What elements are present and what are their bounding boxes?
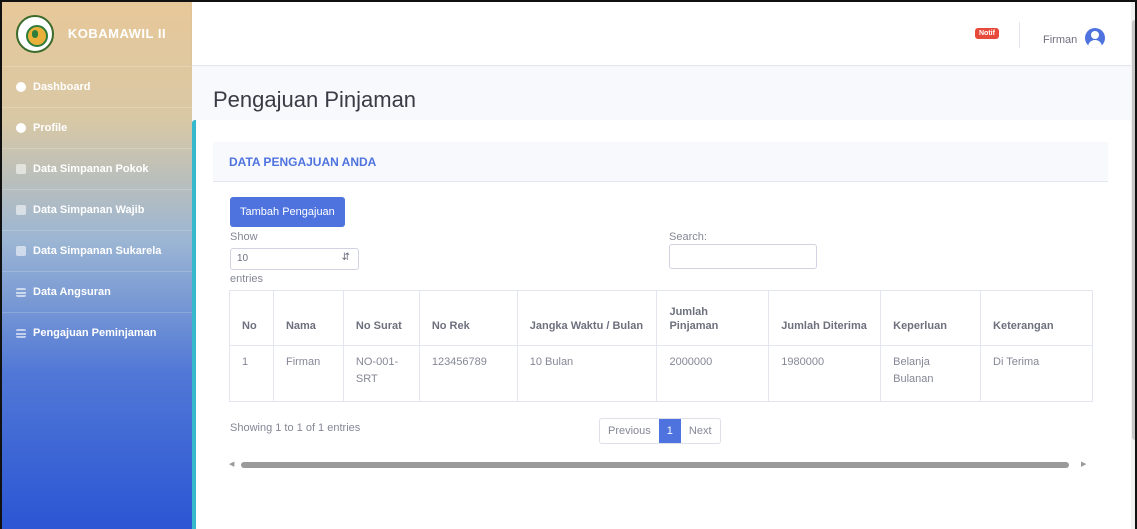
table-row: 1 Firman NO-001-SRT 123456789 10 Bulan 2… [229, 345, 1093, 402]
table-cell: 123456789 [418, 345, 518, 402]
column-header[interactable]: Jumlah Diterima [768, 290, 882, 346]
table-icon [16, 205, 26, 215]
sidebar-item-label: Profile [33, 122, 68, 134]
scroll-right-icon[interactable]: ▶ [1081, 460, 1086, 468]
scrollbar-thumb[interactable] [241, 462, 1069, 468]
notification-badge[interactable]: Notif [975, 28, 999, 39]
data-card: DATA PENGAJUAN ANDA Tambah Pengajuan Sho… [192, 120, 1131, 529]
sidebar: KOBAMAWIL II Dashboard Profile Data Simp… [2, 2, 192, 529]
search-label: Search: [669, 231, 707, 243]
table-info: Showing 1 to 1 of 1 entries [230, 422, 361, 434]
dashboard-icon [16, 82, 26, 92]
search-input[interactable] [669, 244, 817, 269]
list-icon [16, 287, 26, 297]
sidebar-item-label: Data Simpanan Sukarela [33, 245, 162, 257]
sidebar-item-label: Pengajuan Peminjaman [33, 327, 157, 339]
column-header[interactable]: Keperluan [880, 290, 982, 346]
app-window: KOBAMAWIL II Dashboard Profile Data Simp… [0, 0, 1137, 529]
column-header[interactable]: No [229, 290, 274, 346]
previous-page-button[interactable]: Previous [600, 419, 659, 443]
topbar-divider [1019, 22, 1020, 48]
card-header: DATA PENGAJUAN ANDA [213, 142, 1108, 182]
column-header[interactable]: No Surat [342, 290, 420, 346]
sidebar-brand[interactable]: KOBAMAWIL II [2, 2, 192, 66]
add-submission-button[interactable]: Tambah Pengajuan [230, 197, 345, 227]
table-cell: 2000000 [656, 345, 770, 402]
entries-select[interactable]: 10 ⇵ [230, 248, 359, 270]
sidebar-item-label: Data Angsuran [33, 286, 111, 298]
sidebar-item-simpanan-sukarela[interactable]: Data Simpanan Sukarela [2, 230, 192, 271]
page-title: Pengajuan Pinjaman [213, 87, 417, 112]
show-label: Show [230, 231, 258, 243]
sidebar-item-pengajuan-peminjaman[interactable]: Pengajuan Peminjaman [2, 312, 192, 353]
table-cell: NO-001-SRT [342, 345, 420, 402]
sidebar-item-simpanan-wajib[interactable]: Data Simpanan Wajib [2, 189, 192, 230]
sidebar-item-profile[interactable]: Profile [2, 107, 192, 148]
table-cell: 1980000 [768, 345, 882, 402]
table-cell: Firman [272, 345, 344, 402]
submissions-table: No Nama No Surat No Rek Jangka Waktu / B… [229, 290, 1093, 402]
column-header[interactable]: Jumlah Pinjaman [656, 290, 770, 346]
column-header[interactable]: Nama [272, 290, 344, 346]
table-cell: 10 Bulan [516, 345, 658, 402]
user-icon [16, 123, 26, 133]
sidebar-item-label: Data Simpanan Pokok [33, 163, 149, 175]
next-page-button[interactable]: Next [681, 419, 720, 443]
sidebar-item-label: Dashboard [33, 81, 91, 93]
scrollbar-thumb[interactable] [1132, 20, 1135, 440]
sidebar-item-dashboard[interactable]: Dashboard [2, 66, 192, 107]
pagination: Previous 1 Next [599, 418, 721, 444]
column-header[interactable]: Keterangan [980, 290, 1093, 346]
sidebar-item-simpanan-pokok[interactable]: Data Simpanan Pokok [2, 148, 192, 189]
table-icon [16, 164, 26, 174]
entries-label: entries [230, 273, 264, 285]
column-header[interactable]: Jangka Waktu / Bulan [516, 290, 658, 346]
avatar-icon[interactable] [1085, 28, 1105, 48]
entries-value: 10 [237, 253, 249, 264]
table-cell: Di Terima [980, 345, 1093, 402]
horizontal-scrollbar[interactable]: ◀ ▶ [229, 460, 1093, 468]
table-header-row: No Nama No Surat No Rek Jangka Waktu / B… [229, 290, 1093, 346]
sidebar-item-label: Data Simpanan Wajib [33, 204, 145, 216]
page-1-button[interactable]: 1 [658, 419, 681, 443]
list-icon [16, 328, 26, 338]
sidebar-item-angsuran[interactable]: Data Angsuran [2, 271, 192, 312]
card-title: DATA PENGAJUAN ANDA [229, 155, 377, 169]
vertical-scrollbar[interactable] [1131, 2, 1135, 529]
column-header[interactable]: No Rek [418, 290, 518, 346]
table-icon [16, 246, 26, 256]
brand-name: KOBAMAWIL II [67, 26, 167, 41]
logo-icon [16, 15, 54, 53]
select-caret-icon: ⇵ [341, 252, 350, 263]
topbar: Notif Firman [192, 2, 1135, 66]
table-cell: 1 [229, 345, 274, 402]
main-content: Pengajuan Pinjaman DATA PENGAJUAN ANDA T… [192, 67, 1131, 529]
scroll-left-icon[interactable]: ◀ [229, 460, 234, 468]
table-cell: Belanja Bulanan [880, 345, 982, 402]
user-name[interactable]: Firman [1043, 34, 1077, 46]
